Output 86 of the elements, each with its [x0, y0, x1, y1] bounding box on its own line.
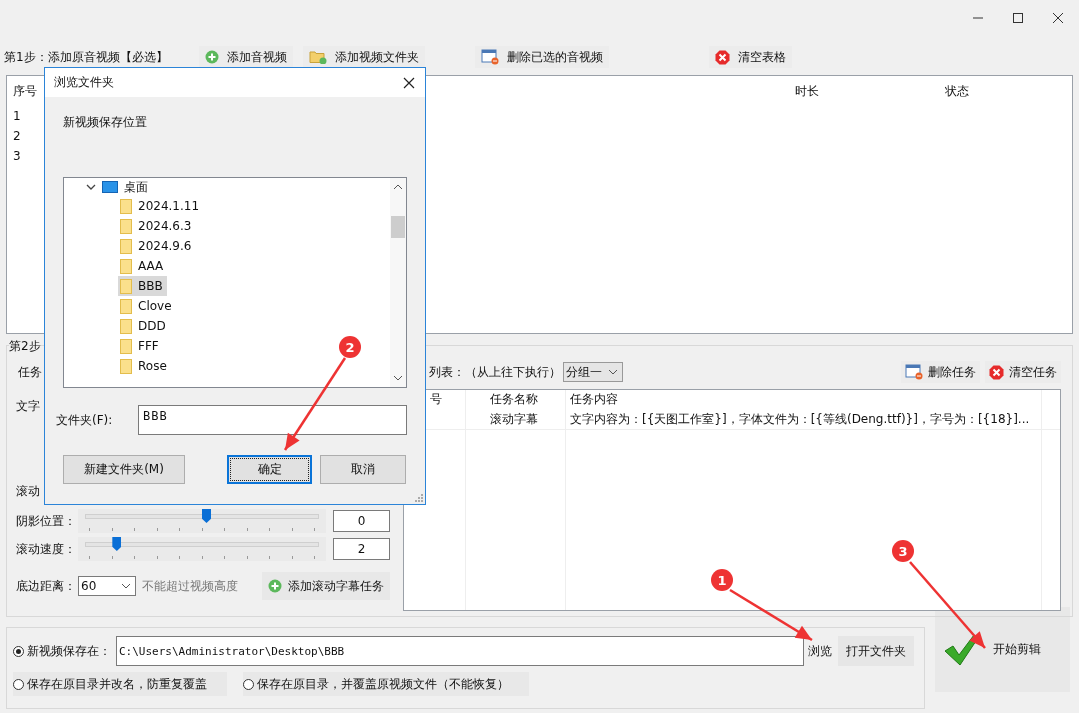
maximize-icon[interactable] — [1012, 12, 1024, 24]
column-header: 任务内容 — [566, 390, 1042, 409]
field-label: 滚动 — [16, 483, 40, 500]
close-icon[interactable] — [1052, 12, 1064, 24]
distance-dropdown[interactable]: 60 — [78, 576, 136, 596]
folder-icon — [120, 258, 132, 274]
table-cell-text: 3 — [12, 148, 22, 165]
column-header: 任务名称 — [466, 390, 566, 409]
tree-item[interactable]: FFF — [118, 336, 163, 356]
close-icon[interactable] — [403, 76, 415, 89]
task-button[interactable]: 删除任务 — [901, 361, 980, 383]
folder-icon — [120, 338, 132, 354]
column-header: 时长 — [794, 82, 820, 100]
folder-icon — [120, 278, 132, 294]
group-dropdown[interactable]: 分组一 — [563, 362, 623, 382]
radio-option[interactable]: 保存在原目录，并覆盖原视频文件（不能恢复） — [243, 672, 529, 696]
path-field[interactable]: C:\Users\Administrator\Desktop\BBB — [116, 636, 804, 666]
folder-icon — [120, 358, 132, 374]
toolbar-button[interactable]: 删除已选的音视频 — [475, 46, 609, 68]
folder-icon — [309, 50, 327, 64]
window-minus-icon — [481, 49, 499, 65]
window-minus-icon — [905, 364, 923, 380]
number-field[interactable]: 2 — [333, 538, 390, 560]
desktop-icon — [102, 181, 118, 193]
step-label: 第1步：添加原音视频【必选】 — [4, 48, 169, 66]
chevron-down-icon[interactable] — [393, 375, 403, 381]
column-header: 序号 — [12, 82, 38, 100]
tree-item[interactable]: AAA — [118, 256, 168, 276]
tree-item[interactable]: 2024.9.6 — [118, 236, 196, 256]
field-label: 底边距离： — [16, 577, 77, 595]
tree-item[interactable]: 2024.6.3 — [118, 216, 196, 236]
field-label: 文件夹(F): — [56, 411, 114, 429]
table-cell: 文字内容为：[{天图工作室}]，字体文件为：[{等线(Deng.ttf)}]，字号为：[{18}]... — [566, 409, 1042, 429]
octagon-x-icon — [989, 364, 1004, 380]
scroll-thumb[interactable] — [391, 216, 405, 238]
plus-icon — [205, 50, 219, 64]
tree-item[interactable]: 桌面 — [124, 178, 148, 196]
column-header: 状态 — [943, 82, 970, 100]
resize-grip-icon[interactable] — [415, 494, 423, 502]
dialog-button[interactable]: 确定 — [227, 455, 312, 484]
table-cell-text: 1 — [12, 108, 22, 125]
chevron-down-icon — [608, 369, 618, 375]
field-label: 滚动速度： — [16, 540, 77, 558]
field-label: 任务 — [18, 364, 42, 381]
folder-icon — [120, 218, 132, 234]
tree-item[interactable]: 2024.1.11 — [118, 196, 204, 216]
dialog-button[interactable]: 新建文件夹(M) — [63, 455, 185, 484]
number-field[interactable]: 0 — [333, 510, 390, 532]
dialog-prompt: 新视频保存位置 — [63, 114, 148, 131]
add-task-button[interactable]: 添加滚动字幕任务 — [262, 572, 390, 600]
hint-text: 不能超过视频高度 — [142, 577, 239, 595]
tree-item[interactable]: BBB — [118, 276, 167, 296]
slider[interactable] — [78, 509, 326, 533]
open-folder-button[interactable]: 打开文件夹 — [838, 636, 914, 666]
slider[interactable] — [78, 537, 326, 561]
field-label: 文字 — [16, 398, 40, 415]
chevron-up-icon[interactable] — [393, 184, 403, 190]
scrollbar[interactable] — [390, 178, 406, 387]
chevron-down-icon — [121, 583, 131, 589]
radio-option[interactable]: 保存在原目录并改名，防重复覆盖 — [13, 672, 227, 696]
tree-item[interactable]: Clove — [118, 296, 176, 316]
task-button[interactable]: 清空任务 — [985, 361, 1061, 383]
group-title: 第2步 — [9, 338, 41, 355]
chevron-icon[interactable] — [86, 182, 96, 192]
tree-item[interactable]: Rose — [118, 356, 171, 376]
slider-thumb[interactable] — [112, 537, 122, 551]
folder-field[interactable]: BBB — [138, 405, 407, 435]
folder-icon — [120, 238, 132, 254]
folder-icon — [120, 318, 132, 334]
dialog-button[interactable]: 取消 — [320, 455, 406, 484]
toolbar-button[interactable]: 添加音视频 — [199, 46, 293, 68]
slider-thumb[interactable] — [202, 509, 211, 523]
toolbar-button[interactable]: 清空表格 — [709, 46, 792, 68]
dialog-title: 浏览文件夹 — [54, 74, 114, 91]
octagon-x-icon — [715, 49, 730, 65]
radio-option[interactable]: 新视频保存在： — [13, 642, 116, 660]
folder-icon — [120, 298, 132, 314]
field-label: 阴影位置： — [16, 512, 77, 530]
folder-icon — [120, 198, 132, 214]
start-button[interactable]: 开始剪辑 — [935, 607, 1070, 692]
table-cell-text: 2 — [12, 128, 22, 145]
task-list-label: 列表：（从上往下执行） — [429, 363, 561, 381]
tree-item[interactable]: DDD — [118, 316, 170, 336]
table-cell: 滚动字幕 — [466, 409, 566, 429]
toolbar-button[interactable]: 添加视频文件夹 — [303, 46, 425, 68]
plus-icon — [268, 579, 282, 593]
